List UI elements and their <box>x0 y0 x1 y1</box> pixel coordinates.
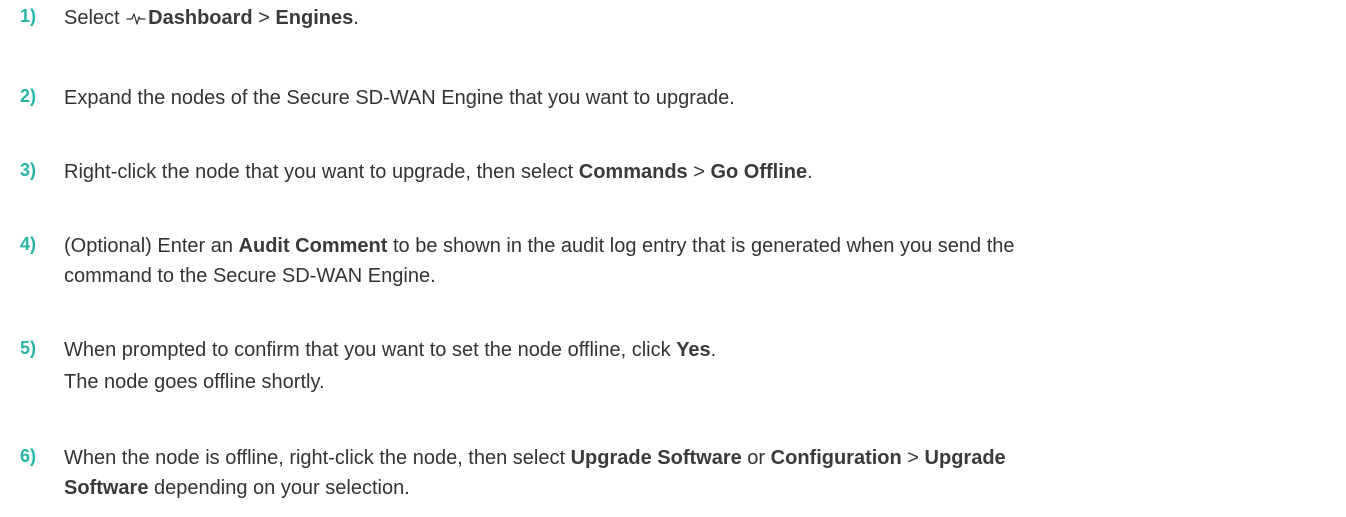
step-text: Expand the nodes of the Secure SD-WAN En… <box>64 87 735 109</box>
step-line: (Optional) Enter an Audit Comment to be … <box>64 232 1015 260</box>
procedure-steps: 1) Select Dashboard > Engines. 2) Expand… <box>0 0 1346 517</box>
pulse-icon <box>126 11 146 25</box>
step-text: The node goes offline shortly. <box>64 371 325 393</box>
step-number: 3) <box>20 160 37 180</box>
step-line: When the node is offline, right-click th… <box>64 444 1006 472</box>
step-line: Right-click the node that you want to up… <box>64 158 813 186</box>
step-text: (Optional) Enter an <box>64 235 239 257</box>
step-text: . <box>710 339 717 361</box>
step-line: command to the Secure SD-WAN Engine. <box>64 262 436 290</box>
upgrade-software-label: Upgrade Software <box>570 447 742 469</box>
step-number: 2) <box>20 86 37 106</box>
software-label: Software <box>64 477 149 499</box>
step-line: Expand the nodes of the Secure SD-WAN En… <box>64 84 735 112</box>
step-text: . <box>807 161 813 183</box>
step-text: > <box>252 7 276 29</box>
step-text: . <box>353 7 359 29</box>
engines-label: Engines <box>275 7 354 29</box>
step-number: 1) <box>20 6 37 26</box>
step-line: Select Dashboard > Engines. <box>64 4 359 32</box>
step-text: Select <box>64 7 126 29</box>
upgrade-label: Upgrade <box>924 447 1006 469</box>
dashboard-label: Dashboard <box>148 7 253 29</box>
step-number: 6) <box>20 446 37 466</box>
step-text: > <box>687 161 711 183</box>
yes-label: Yes <box>676 339 711 361</box>
step-text: When prompted to confirm that you want t… <box>64 339 677 361</box>
step-text: command to the Secure SD-WAN Engine. <box>64 265 436 287</box>
step-number: 5) <box>20 338 37 358</box>
step-text: to be shown in the audit log entry that … <box>387 235 1015 257</box>
step-number: 4) <box>20 234 37 254</box>
step-text: > <box>901 447 925 469</box>
commands-label: Commands <box>578 161 688 183</box>
step-line: When prompted to confirm that you want t… <box>64 336 716 364</box>
configuration-label: Configuration <box>770 447 902 469</box>
step-result: The node goes offline shortly. <box>64 368 325 396</box>
go-offline-label: Go Offline <box>710 161 808 183</box>
step-text: Right-click the node that you want to up… <box>64 161 579 183</box>
step-text: When the node is offline, right-click th… <box>64 447 571 469</box>
audit-comment-label: Audit Comment <box>238 235 388 257</box>
step-line: Software depending on your selection. <box>64 474 410 502</box>
step-text: or <box>741 447 771 469</box>
step-text: depending on your selection. <box>148 477 410 499</box>
